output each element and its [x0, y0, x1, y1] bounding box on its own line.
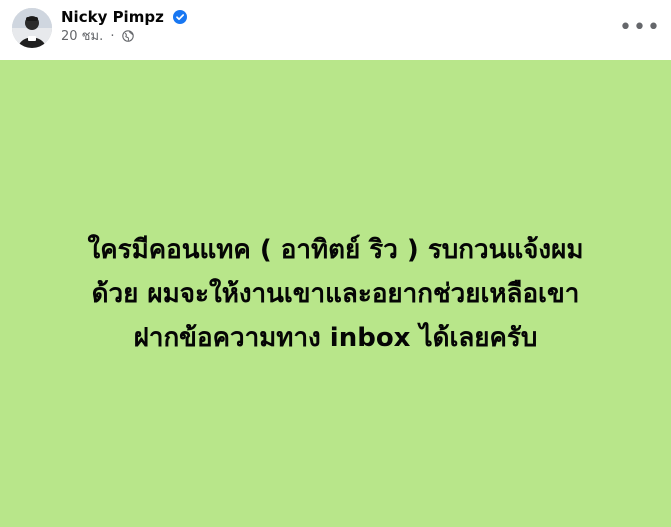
meta-separator: · [110, 29, 115, 44]
post-meta: 20 ชม. · [61, 29, 134, 45]
post-text: ใครมีคอนแทค ( อาทิตย์ ริว ) รบกวนแจ้งผม … [26, 228, 646, 360]
post-text-line: ด้วย ผมจะให้งานเขาและอยากช่วยเหลือเขา [91, 278, 580, 309]
facebook-post: Nicky Pimpz 20 ชม. · ••• ใครมีคอนแทค (อ… [0, 0, 671, 527]
post-header: Nicky Pimpz 20 ชม. · ••• [0, 0, 671, 60]
globe-icon[interactable] [121, 30, 134, 42]
more-options-icon: ••• [619, 15, 661, 40]
more-options-button[interactable]: ••• [619, 10, 661, 46]
avatar-image [12, 8, 52, 48]
author-name[interactable]: Nicky Pimpz [61, 8, 164, 26]
post-body: ใครมีคอนแทค ( อาทิตย์ ริว ) รบกวนแจ้งผม … [0, 60, 671, 527]
author-name-row: Nicky Pimpz [61, 8, 188, 26]
post-text-line: ฝากข้อความทาง inbox ได้เลยครับ [133, 322, 538, 353]
post-text-line: ใครมีคอนแทค ( อาทิตย์ ริว ) รบกวนแจ้งผม [87, 234, 584, 265]
post-timestamp[interactable]: 20 ชม. [61, 29, 103, 44]
author-avatar[interactable] [12, 8, 52, 48]
verified-badge-icon [173, 10, 188, 24]
